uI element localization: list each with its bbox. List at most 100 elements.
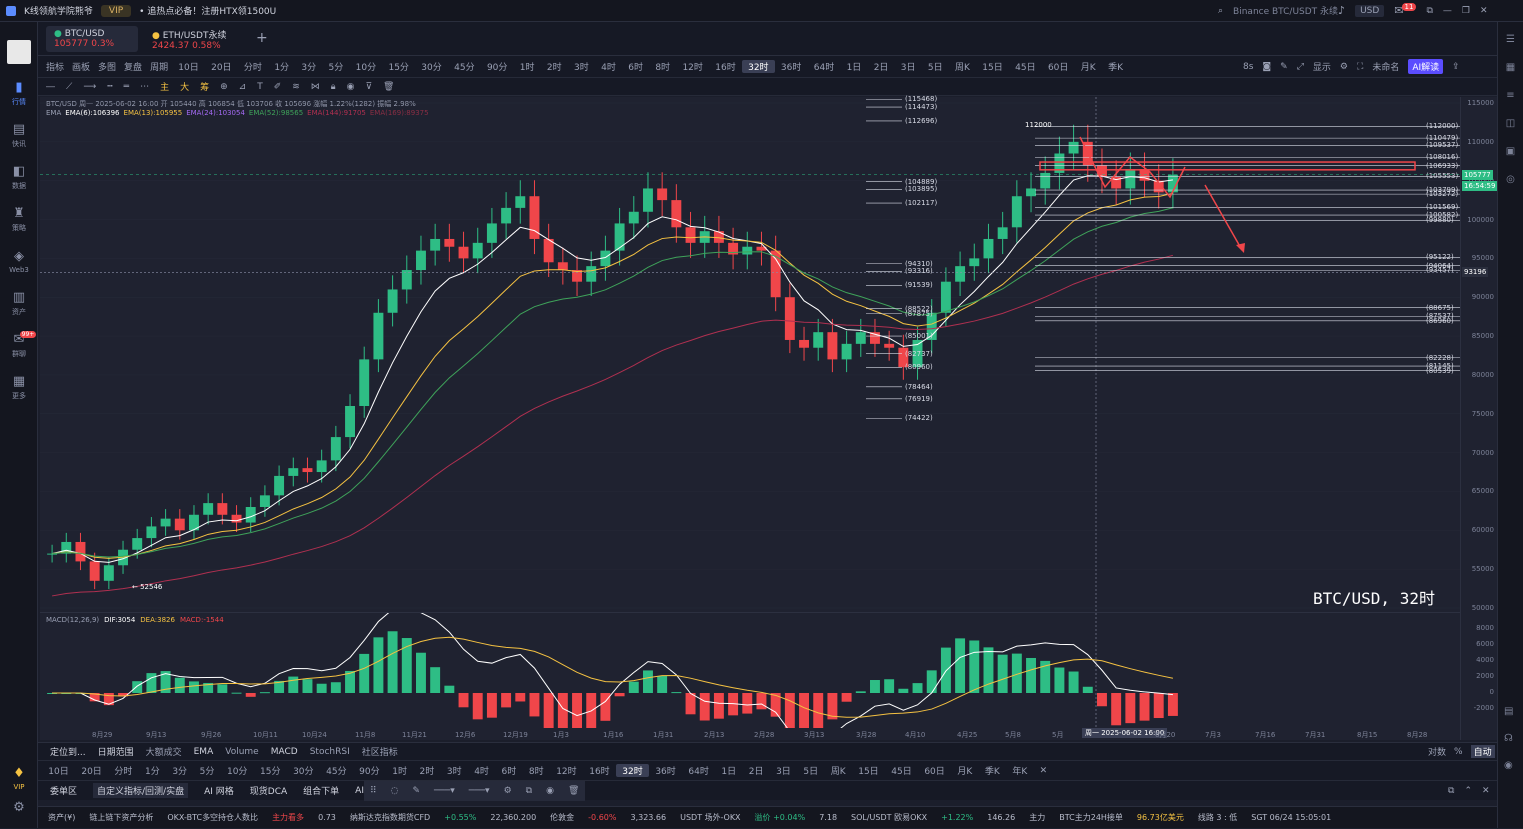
macd-panel[interactable]: MACD(12,26,9) DIF:3054 DEA:3826 MACD:-15… bbox=[40, 612, 1460, 729]
bottom-timeframe-4[interactable]: 3分 bbox=[166, 764, 193, 777]
toolbar-item-2[interactable]: 多图 bbox=[94, 60, 120, 73]
nav-item-data[interactable]: ◧ 数据 bbox=[0, 156, 38, 198]
eye-icon[interactable]: ◉ bbox=[347, 82, 355, 92]
ray-tool-icon[interactable]: ⟶ bbox=[83, 82, 96, 92]
bottom-timeframe-2[interactable]: 分时 bbox=[108, 764, 139, 777]
magnet-icon[interactable]: ⊕ bbox=[220, 82, 228, 92]
line-style-select[interactable]: ───▾ bbox=[434, 786, 455, 796]
chart-panel-icon[interactable]: ◫ bbox=[1506, 118, 1515, 129]
bottom-timeframe-22[interactable]: 1日 bbox=[715, 764, 742, 777]
bottom-timeframe-3[interactable]: 1分 bbox=[139, 764, 166, 777]
fullscreen-icon[interactable]: ⛶ bbox=[1357, 62, 1363, 72]
toolbar-item-5[interactable]: 10日 bbox=[172, 60, 205, 73]
bottom-timeframe-6[interactable]: 10分 bbox=[221, 764, 254, 777]
nav-item-assets[interactable]: ▥ 资产 bbox=[0, 282, 38, 324]
bottom-timeframe-24[interactable]: 3日 bbox=[770, 764, 797, 777]
bottom-timeframe-26[interactable]: 周K bbox=[824, 764, 852, 777]
chips-toggle[interactable]: 筹 bbox=[200, 80, 209, 93]
toolbar-item-21[interactable]: 8时 bbox=[649, 60, 676, 73]
date-range-button[interactable]: 日期范围 bbox=[98, 745, 134, 758]
bottom-timeframe-0[interactable]: 10日 bbox=[42, 764, 75, 777]
toolbar-item-36[interactable]: 季K bbox=[1102, 60, 1129, 73]
toolbar-item-1[interactable]: 画板 bbox=[68, 60, 94, 73]
toolbar-item-13[interactable]: 30分 bbox=[415, 60, 448, 73]
chat-icon[interactable]: ◉ bbox=[1504, 760, 1513, 771]
indicator-large-trade[interactable]: 大额成交 bbox=[146, 745, 182, 758]
user-avatar[interactable] bbox=[7, 40, 31, 64]
tab-eth-usdt[interactable]: ● ETH/USDT永续 2424.37 0.58% bbox=[144, 26, 240, 52]
toolbar-item-23[interactable]: 16时 bbox=[709, 60, 742, 73]
toolbar-item-22[interactable]: 12时 bbox=[676, 60, 709, 73]
toolbar-item-8[interactable]: 1分 bbox=[268, 60, 295, 73]
toolbar-item-17[interactable]: 2时 bbox=[541, 60, 568, 73]
fib-tool-icon[interactable]: ≋ bbox=[292, 82, 300, 92]
bottom-timeframe-28[interactable]: 45日 bbox=[885, 764, 918, 777]
nav-item-more[interactable]: ▦ 更多 bbox=[0, 366, 38, 408]
delete-icon[interactable]: 🗑︎ bbox=[568, 786, 579, 796]
bottom-timeframe-17[interactable]: 12时 bbox=[550, 764, 583, 777]
bottom-timeframe-1[interactable]: 20日 bbox=[75, 764, 108, 777]
indicator-macd[interactable]: MACD bbox=[271, 747, 298, 757]
toolbar-item-26[interactable]: 64时 bbox=[808, 60, 841, 73]
locate-button[interactable]: 定位到... bbox=[50, 745, 86, 758]
price-chart[interactable]: BTC/USD 周一 2025-06-02 16:00 开 105440 高 1… bbox=[40, 95, 1460, 617]
close-icon[interactable]: ✕ bbox=[1480, 6, 1488, 16]
bottom-timeframe-7[interactable]: 15分 bbox=[254, 764, 287, 777]
menu-icon[interactable]: ☰ bbox=[1506, 34, 1515, 45]
share-icon[interactable]: ⇪ bbox=[1452, 62, 1460, 72]
tab-ai-grid[interactable]: AI 网格 bbox=[204, 784, 234, 797]
auto-scale-toggle[interactable]: 自动 bbox=[1470, 745, 1495, 758]
nav-item-strategy[interactable]: ♜ 策略 bbox=[0, 198, 38, 240]
indicator-stochrsi[interactable]: StochRSI bbox=[310, 747, 350, 757]
nav-item-community[interactable]: ✉ 群聊 99+ bbox=[0, 324, 38, 366]
panel-close-icon[interactable]: ✕ bbox=[1482, 786, 1490, 796]
toolbar-item-30[interactable]: 5日 bbox=[922, 60, 949, 73]
trend-tool-icon[interactable]: ⟋ bbox=[66, 82, 72, 92]
tab-spot-dca[interactable]: 现货DCA bbox=[250, 784, 287, 797]
settings-nav-item[interactable]: ⚙ bbox=[0, 787, 38, 829]
bottom-timeframe-5[interactable]: 5分 bbox=[193, 764, 220, 777]
toolbar-item-0[interactable]: 指标 bbox=[42, 60, 68, 73]
toolbar-item-6[interactable]: 20日 bbox=[205, 60, 238, 73]
bell-icon[interactable]: ♪ bbox=[1338, 4, 1345, 17]
expand-icon[interactable]: ⤢ bbox=[1297, 62, 1304, 72]
bottom-timeframe-14[interactable]: 4时 bbox=[468, 764, 495, 777]
pencil-icon[interactable]: ✎ bbox=[1280, 62, 1288, 72]
trash-icon[interactable]: 🗑︎ bbox=[383, 82, 394, 92]
toolbar-item-4[interactable]: 周期 bbox=[146, 60, 172, 73]
measure-icon[interactable]: ⊿ bbox=[239, 82, 247, 92]
toolbar-item-16[interactable]: 1时 bbox=[514, 60, 541, 73]
maximize-icon[interactable]: ❐ bbox=[1462, 6, 1470, 16]
currency-select[interactable]: USD bbox=[1355, 4, 1385, 17]
layout-name-button[interactable]: 未命名 bbox=[1372, 60, 1399, 73]
add-tab-icon[interactable]: + bbox=[256, 30, 268, 46]
tab-btc-usd[interactable]: ● BTC/USD 105777 0.3% bbox=[46, 26, 138, 52]
bottom-timeframe-10[interactable]: 90分 bbox=[353, 764, 386, 777]
grip-icon[interactable]: ⠿ bbox=[370, 786, 377, 796]
toolbar-item-7[interactable]: 分时 bbox=[238, 60, 268, 73]
alert-icon[interactable]: ◎ bbox=[1506, 174, 1515, 185]
toolbar-item-29[interactable]: 3日 bbox=[895, 60, 922, 73]
tab-order-area[interactable]: 委单区 bbox=[50, 784, 77, 797]
bottom-timeframe-19[interactable]: 32时 bbox=[615, 764, 650, 777]
toolbar-item-34[interactable]: 60日 bbox=[1042, 60, 1075, 73]
tab-custom-indicator[interactable]: 自定义指标/回测/实盘 bbox=[93, 783, 189, 798]
bottom-timeframe-18[interactable]: 16时 bbox=[583, 764, 616, 777]
tab-ai[interactable]: AI bbox=[355, 786, 364, 796]
orderbook-icon[interactable]: ≡ bbox=[1506, 90, 1514, 101]
price-axis[interactable]: 1150001100001050001000009500090000850008… bbox=[1460, 97, 1498, 740]
camera-icon[interactable]: ◙ bbox=[1262, 62, 1271, 72]
bottom-timeframe-29[interactable]: 60日 bbox=[918, 764, 951, 777]
community-indicators[interactable]: 社区指标 bbox=[362, 745, 398, 758]
time-axis[interactable]: 8月29 9月13 9月26 10月11 10月24 11月8 11月21 12月6 12月19… bbox=[40, 728, 1460, 740]
toolbar-item-14[interactable]: 45分 bbox=[448, 60, 481, 73]
log-scale-toggle[interactable]: 对数 bbox=[1428, 745, 1446, 758]
headset-icon[interactable]: ☊ bbox=[1504, 733, 1513, 744]
bottom-timeframe-16[interactable]: 8时 bbox=[523, 764, 550, 777]
toolbar-item-18[interactable]: 3时 bbox=[568, 60, 595, 73]
toolbar-item-33[interactable]: 45日 bbox=[1009, 60, 1042, 73]
toolbar-item-15[interactable]: 90分 bbox=[481, 60, 514, 73]
tab-combo-order[interactable]: 组合下单 bbox=[303, 784, 339, 797]
brush-icon[interactable]: ✐ bbox=[274, 82, 282, 92]
bottom-timeframe-12[interactable]: 2时 bbox=[413, 764, 440, 777]
